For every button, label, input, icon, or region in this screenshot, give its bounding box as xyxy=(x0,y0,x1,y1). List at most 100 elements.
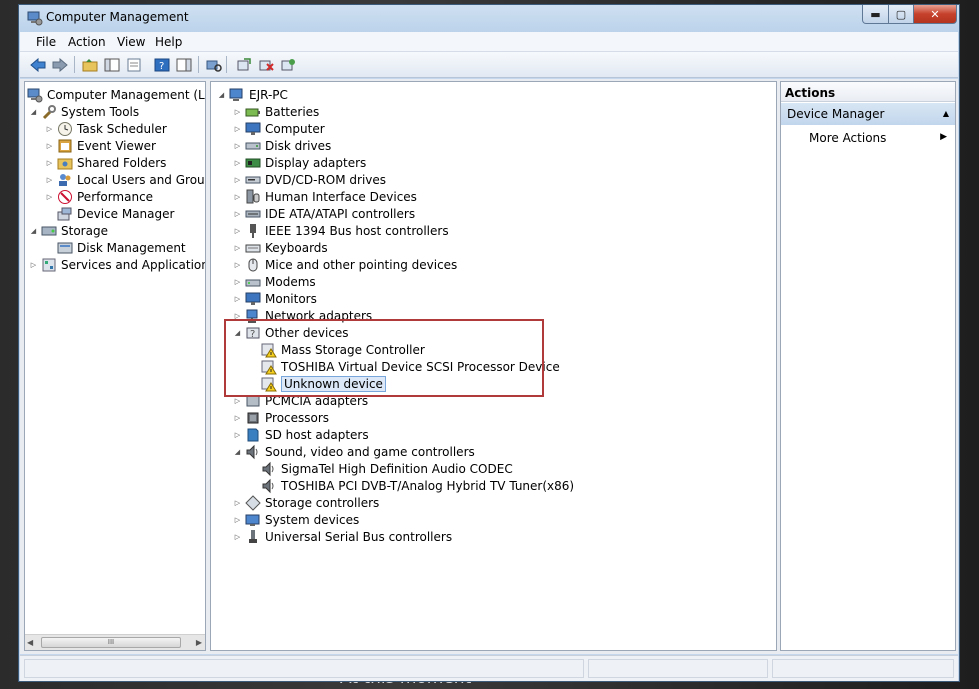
forward-arrow-icon[interactable] xyxy=(50,55,69,74)
show-hide-action-pane-icon[interactable] xyxy=(174,55,193,74)
device-item-keyboards[interactable]: ▷ Keyboards xyxy=(233,239,328,256)
menu-view[interactable]: View xyxy=(117,35,145,49)
device-item-ieee-1394-bus-host-controllers[interactable]: ▷ IEEE 1394 Bus host controllers xyxy=(233,222,449,239)
expander-icon[interactable]: ▷ xyxy=(45,141,54,150)
menu-help[interactable]: Help xyxy=(155,35,182,49)
device-item-display-adapters[interactable]: ▷ Display adapters xyxy=(233,154,366,171)
up-folder-icon[interactable] xyxy=(80,55,99,74)
expander-icon[interactable]: ◢ xyxy=(217,90,226,99)
expander-icon[interactable]: ▷ xyxy=(233,413,242,422)
performance-icon xyxy=(57,189,73,205)
back-arrow-icon[interactable] xyxy=(28,55,47,74)
expander-icon[interactable]: ▷ xyxy=(233,430,242,439)
expander-icon[interactable]: ▷ xyxy=(233,294,242,303)
expander-icon[interactable]: ▷ xyxy=(233,124,242,133)
expander-icon[interactable]: ▷ xyxy=(233,243,242,252)
horizontal-scrollbar[interactable]: ◀ III ▶ xyxy=(25,634,205,650)
tree-item-services-and-applications[interactable]: ▷ Services and Applications xyxy=(29,256,205,273)
tree-item-task-scheduler[interactable]: ▷ Task Scheduler xyxy=(45,120,167,137)
expander-icon[interactable]: ▷ xyxy=(45,158,54,167)
device-item-sigmatel-high-definition-audio-codec[interactable]: SigmaTel High Definition Audio CODEC xyxy=(249,460,513,477)
scrollbar-thumb[interactable]: III xyxy=(41,637,181,648)
device-item-mice-and-other-pointing-devices[interactable]: ▷ Mice and other pointing devices xyxy=(233,256,458,273)
device-item-label: System devices xyxy=(265,512,360,527)
collapse-up-icon[interactable]: ▲ xyxy=(943,109,949,118)
show-tree-icon[interactable] xyxy=(102,55,121,74)
tree-item-system-tools[interactable]: ◢ System Tools xyxy=(29,103,139,120)
expander-icon[interactable]: ▷ xyxy=(233,141,242,150)
enable-device-icon[interactable] xyxy=(278,55,297,74)
device-item-universal-serial-bus-controllers[interactable]: ▷ Universal Serial Bus controllers xyxy=(233,528,452,545)
device-item-ide-ata-atapi-controllers[interactable]: ▷ IDE ATA/ATAPI controllers xyxy=(233,205,415,222)
device-item-dvd-cd-rom-drives[interactable]: ▷ DVD/CD-ROM drives xyxy=(233,171,386,188)
device-item-sound-video-and-game-controllers[interactable]: ◢ Sound, video and game controllers xyxy=(233,443,475,460)
expander-icon[interactable]: ▷ xyxy=(233,532,242,541)
tree-item-local-users-and-groups[interactable]: ▷ Local Users and Groups xyxy=(45,171,206,188)
expander-icon[interactable]: ◢ xyxy=(29,226,38,235)
keyboard-icon xyxy=(245,240,261,256)
expander-icon[interactable]: ▷ xyxy=(233,515,242,524)
system-tools-icon xyxy=(41,104,57,120)
device-item-processors[interactable]: ▷ Processors xyxy=(233,409,329,426)
device-item-disk-drives[interactable]: ▷ Disk drives xyxy=(233,137,331,154)
device-item-batteries[interactable]: ▷ Batteries xyxy=(233,103,319,120)
expander-icon[interactable]: ▷ xyxy=(233,498,242,507)
minimize-button[interactable]: ▬ xyxy=(862,5,889,24)
scroll-right-arrow-icon[interactable]: ▶ xyxy=(196,638,202,647)
expander-icon[interactable]: ▷ xyxy=(45,124,54,133)
device-item-storage-controllers[interactable]: ▷ Storage controllers xyxy=(233,494,379,511)
tree-item-shared-folders[interactable]: ▷ Shared Folders xyxy=(45,154,167,171)
device-item-label: EJR-PC xyxy=(249,87,288,102)
actions-section-device-manager[interactable]: Device Manager ▲ xyxy=(781,103,955,125)
tree-item-device-manager[interactable]: Device Manager xyxy=(45,205,174,222)
maximize-button[interactable]: ▢ xyxy=(888,5,914,24)
update-driver-icon[interactable] xyxy=(234,55,253,74)
status-cell xyxy=(772,659,954,678)
device-item-label: IEEE 1394 Bus host controllers xyxy=(265,223,449,238)
device-item-modems[interactable]: ▷ Modems xyxy=(233,273,316,290)
expander-icon[interactable]: ▷ xyxy=(45,175,54,184)
expander-icon[interactable]: ▷ xyxy=(233,192,242,201)
menu-action[interactable]: Action xyxy=(68,35,106,49)
monitor-icon xyxy=(245,121,261,137)
device-item-ejr-pc[interactable]: ◢ EJR-PC xyxy=(217,86,288,103)
tree-item-computer-management-local[interactable]: Computer Management (Local xyxy=(27,86,205,103)
device-item-toshiba-pci-dvb-t-analog-hybrid-tv-tuner-x86[interactable]: TOSHIBA PCI DVB-T/Analog Hybrid TV Tuner… xyxy=(249,477,574,494)
tree-item-label: Local Users and Groups xyxy=(77,172,206,187)
expander-icon[interactable]: ◢ xyxy=(233,447,242,456)
device-item-sd-host-adapters[interactable]: ▷ SD host adapters xyxy=(233,426,369,443)
scroll-left-arrow-icon[interactable]: ◀ xyxy=(27,638,33,647)
close-button[interactable]: ✕ xyxy=(913,5,957,24)
expander-icon[interactable]: ▷ xyxy=(233,107,242,116)
expander-icon[interactable]: ▷ xyxy=(233,158,242,167)
title-bar[interactable]: Computer Management ▬ ▢ ✕ xyxy=(19,5,959,31)
expander-icon[interactable]: ◢ xyxy=(29,107,38,116)
speaker-icon xyxy=(261,478,277,494)
tree-item-performance[interactable]: ▷ Performance xyxy=(45,188,153,205)
usb-icon xyxy=(245,529,261,545)
expander-icon[interactable]: ▷ xyxy=(233,260,242,269)
expander-icon[interactable]: ▷ xyxy=(233,175,242,184)
expander-icon[interactable]: ▷ xyxy=(233,226,242,235)
help-icon[interactable]: ? xyxy=(152,55,171,74)
uninstall-icon[interactable] xyxy=(256,55,275,74)
device-item-computer[interactable]: ▷ Computer xyxy=(233,120,325,137)
expander-icon[interactable]: ▷ xyxy=(233,396,242,405)
device-item-monitors[interactable]: ▷ Monitors xyxy=(233,290,317,307)
menu-file[interactable]: File xyxy=(36,35,56,49)
more-actions-item[interactable]: More Actions xyxy=(809,131,886,145)
device-item-system-devices[interactable]: ▷ System devices xyxy=(233,511,359,528)
expander-icon[interactable]: ▷ xyxy=(45,192,54,201)
tree-item-event-viewer[interactable]: ▷ Event Viewer xyxy=(45,137,156,154)
expander-icon[interactable]: ▷ xyxy=(233,277,242,286)
device-item-human-interface-devices[interactable]: ▷ Human Interface Devices xyxy=(233,188,417,205)
tree-item-disk-management[interactable]: Disk Management xyxy=(45,239,186,256)
display-adapter-icon xyxy=(245,155,261,171)
tree-item-storage[interactable]: ◢ Storage xyxy=(29,222,108,239)
scan-hardware-icon[interactable] xyxy=(204,55,223,74)
device-item-label: Display adapters xyxy=(265,155,367,170)
device-item-label: Disk drives xyxy=(265,138,332,153)
properties-icon[interactable] xyxy=(124,55,143,74)
expander-icon[interactable]: ▷ xyxy=(233,209,242,218)
expander-icon[interactable]: ▷ xyxy=(29,260,38,269)
